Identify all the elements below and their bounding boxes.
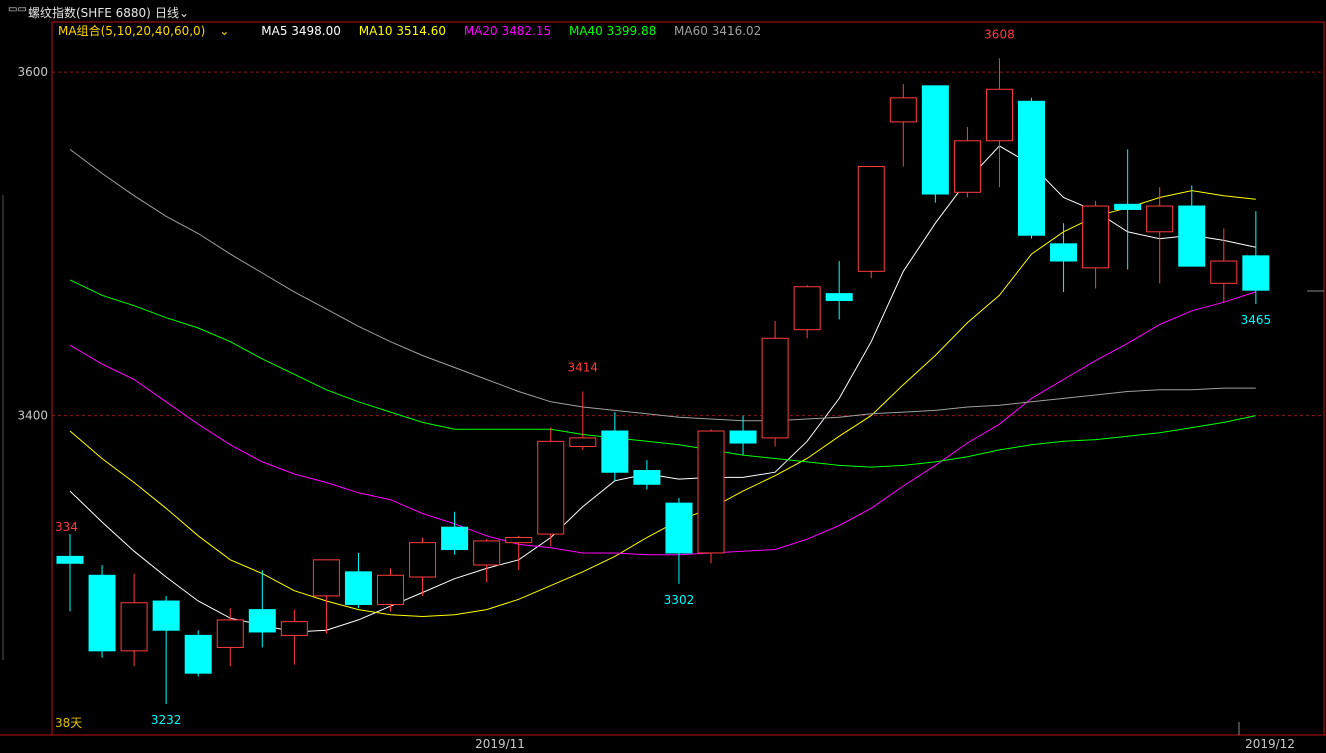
candle-up[interactable]: [793, 285, 821, 339]
candle-up[interactable]: [280, 609, 308, 665]
candle-up[interactable]: [1210, 228, 1238, 303]
candle-up[interactable]: [697, 429, 725, 564]
candle-body: [601, 430, 629, 473]
candle-down[interactable]: [1018, 97, 1045, 239]
candle-up[interactable]: [761, 321, 789, 447]
candle-body: [216, 619, 244, 648]
candle-down[interactable]: [248, 570, 276, 648]
candle-down[interactable]: [1114, 149, 1142, 270]
candle-down[interactable]: [344, 552, 372, 608]
candle-down[interactable]: [56, 534, 84, 612]
candle-down[interactable]: [601, 412, 629, 481]
candle-body: [120, 602, 148, 652]
candle-down[interactable]: [441, 511, 469, 555]
candle-body: [312, 559, 340, 597]
candle-body: [697, 430, 725, 554]
price-annotation: 3232: [151, 713, 182, 727]
ma-line-ma20: [69, 291, 1256, 556]
candle-body: [1242, 255, 1270, 291]
price-annotation: 3465: [1241, 313, 1272, 327]
candle-body: [1210, 260, 1238, 284]
candle-down[interactable]: [633, 460, 661, 490]
candle-up[interactable]: [216, 607, 244, 667]
candle-body: [88, 574, 116, 652]
candle-down[interactable]: [729, 415, 757, 456]
candle-body: [1114, 203, 1142, 210]
candle-body: [473, 540, 501, 566]
y-tick-label: 3600: [17, 65, 48, 79]
candle-down[interactable]: [825, 261, 853, 320]
candle-body: [889, 97, 917, 123]
candle-up[interactable]: [569, 391, 597, 450]
price-annotation: 3414: [568, 361, 599, 375]
candle-body: [1018, 100, 1045, 236]
candle-body: [953, 140, 981, 193]
candle-body: [344, 571, 372, 605]
candle-body: [1082, 205, 1110, 269]
candle-body: [857, 166, 885, 272]
candle-body: [729, 430, 757, 444]
x-tick-label: 2019/12: [1245, 737, 1295, 751]
candlestick-chart[interactable]: 3600 3400 2019/11 2019/12 3608 3414 3302 3232 3…: [0, 0, 1326, 753]
candle-body: [1050, 243, 1078, 262]
candle-body: [1146, 205, 1174, 233]
ma-line-ma60: [69, 148, 1256, 422]
candle-down[interactable]: [152, 595, 180, 705]
candle-down[interactable]: [88, 564, 116, 658]
candle-body: [537, 440, 565, 535]
candle-body: [665, 502, 693, 554]
candle-body: [184, 634, 212, 674]
candle-down[interactable]: [1050, 223, 1078, 292]
x-tick-label: 2019/11: [475, 737, 525, 751]
y-tick-label: 3400: [17, 409, 48, 423]
candle-up[interactable]: [409, 537, 437, 596]
price-annotation: 3608: [984, 27, 1015, 41]
candle-body: [793, 286, 821, 331]
ma-line-ma40: [69, 279, 1256, 468]
candle-up[interactable]: [473, 539, 501, 583]
candle-body: [921, 85, 949, 195]
candle-body: [409, 542, 437, 578]
candle-body: [569, 437, 597, 447]
candle-up[interactable]: [953, 127, 981, 198]
ma-line-ma10: [69, 190, 1256, 618]
candle-body: [633, 470, 661, 485]
candle-up[interactable]: [537, 427, 565, 547]
candle-up[interactable]: [377, 568, 404, 612]
candle-up[interactable]: [889, 84, 917, 167]
candle-down[interactable]: [1178, 185, 1206, 267]
candle-up[interactable]: [120, 573, 148, 667]
candle-body: [56, 555, 84, 564]
candle-down[interactable]: [184, 630, 212, 677]
candle-body: [441, 526, 469, 551]
price-annotation: 3302: [664, 593, 695, 607]
candle-body: [280, 621, 308, 636]
candle-body: [825, 293, 853, 301]
candle-down[interactable]: [921, 85, 949, 203]
candle-body: [377, 574, 404, 605]
candle-up[interactable]: [857, 166, 885, 279]
candle-up[interactable]: [985, 58, 1013, 188]
candle-body: [761, 337, 789, 439]
candle-body: [1178, 205, 1206, 267]
candle-up[interactable]: [1146, 187, 1174, 284]
corner-label-bottom: 38天: [55, 716, 82, 730]
corner-label-top: 334: [55, 520, 78, 534]
candle-body: [985, 88, 1013, 142]
candle-down[interactable]: [1242, 211, 1270, 304]
candle-body: [152, 600, 180, 631]
candle-up[interactable]: [312, 559, 340, 634]
candle-body: [248, 609, 276, 633]
candle-body: [505, 537, 533, 544]
candle-up[interactable]: [1082, 200, 1110, 289]
ma-line-ma5: [69, 145, 1256, 633]
candle-down[interactable]: [665, 498, 693, 584]
